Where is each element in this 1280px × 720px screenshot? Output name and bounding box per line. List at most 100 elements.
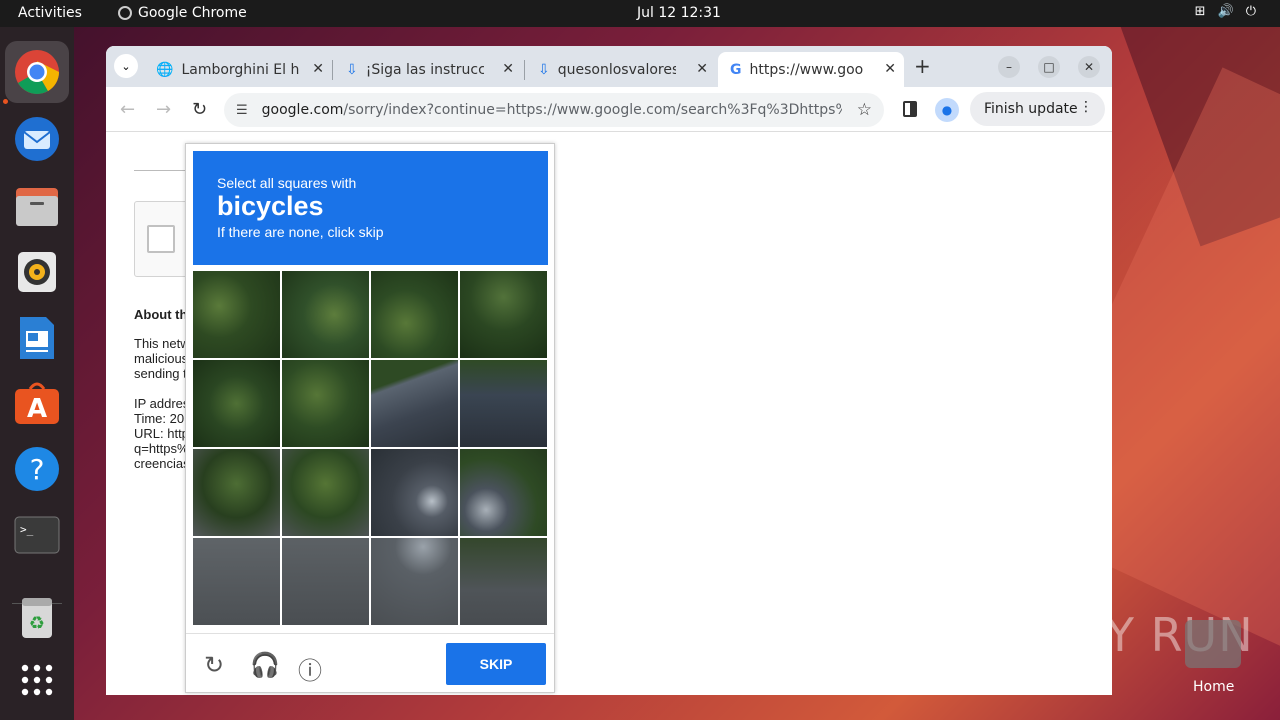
tab-lamborghini[interactable]: 🌐 Lamborghini El h ✕: [144, 52, 332, 87]
home-folder-icon[interactable]: [1185, 620, 1241, 668]
home-label: Home: [1193, 679, 1235, 695]
refresh-icon[interactable]: ↻: [204, 651, 224, 680]
captcha-tile[interactable]: [193, 360, 280, 447]
captcha-tile[interactable]: [460, 538, 547, 625]
back-button[interactable]: ←: [120, 99, 135, 120]
captcha-tile[interactable]: [460, 271, 547, 358]
info-line: Time: 20: [134, 411, 185, 426]
url-path: /sorry/index?continue=https://www.google…: [343, 102, 841, 118]
dock-chrome[interactable]: [5, 41, 69, 103]
app-name: Google Chrome: [138, 5, 247, 21]
captcha-challenge: Select all squares with bicycles If ther…: [185, 143, 555, 693]
captcha-tile[interactable]: [282, 449, 369, 536]
close-icon[interactable]: ✕: [884, 61, 896, 77]
volume-icon: 🔊: [1217, 4, 1234, 19]
globe-icon: 🌐: [156, 61, 174, 78]
captcha-footer: ↻ 🎧 ⓘ SKIP: [186, 633, 554, 693]
rhythmbox-icon: [18, 252, 56, 292]
captcha-tile[interactable]: [460, 360, 547, 447]
reload-button[interactable]: ↻: [192, 99, 207, 120]
tab-separator: [524, 60, 525, 80]
tab-google-active[interactable]: G https://www.goo ✕: [718, 52, 904, 87]
bookmark-star-icon[interactable]: ☆: [857, 100, 872, 120]
chrome-icon: [118, 6, 132, 20]
profile-avatar-icon[interactable]: ●: [935, 98, 959, 122]
activities-button[interactable]: Activities: [18, 5, 82, 21]
forward-button[interactable]: →: [156, 99, 171, 120]
thunderbird-icon: [15, 117, 59, 161]
toolbar: ← → ↻ ☰ google.com/sorry/index?continue=…: [106, 87, 1112, 132]
dock-rhythmbox[interactable]: [12, 247, 62, 297]
captcha-tile[interactable]: [371, 449, 458, 536]
network-icon: ⊞: [1194, 4, 1206, 19]
finish-update-label: Finish update: [984, 101, 1078, 117]
svg-text:♻: ♻: [29, 613, 45, 634]
svg-text:?: ?: [30, 453, 45, 486]
captcha-tile[interactable]: [193, 271, 280, 358]
captcha-tile[interactable]: [282, 271, 369, 358]
url-host: google.com: [261, 102, 344, 118]
dock-files[interactable]: [12, 181, 62, 231]
dock-app-grid[interactable]: [12, 655, 62, 705]
download-icon: ⇩: [538, 61, 550, 78]
new-tab-button[interactable]: +: [914, 54, 931, 78]
minimize-button[interactable]: –: [998, 56, 1020, 78]
files-icon: [16, 188, 58, 226]
tab-label: Lamborghini El h: [181, 61, 300, 78]
dock-trash[interactable]: ♻: [12, 593, 62, 643]
app-grid-icon: [21, 664, 53, 696]
dock-thunderbird[interactable]: [12, 113, 62, 163]
dock-terminal[interactable]: >_: [12, 510, 62, 560]
info-line: sending t: [134, 366, 187, 381]
dock-writer[interactable]: [12, 313, 62, 363]
captcha-prompt: Select all squares with: [217, 175, 357, 191]
info-icon[interactable]: ⓘ: [298, 651, 322, 686]
captcha-tile[interactable]: [193, 449, 280, 536]
captcha-target: bicycles: [217, 191, 324, 221]
skip-button[interactable]: SKIP: [446, 643, 546, 685]
tab-search-button[interactable]: ⌄: [114, 54, 138, 78]
tab-label: ¡Siga las instrucci: [365, 61, 484, 78]
site-info-icon[interactable]: ☰: [236, 103, 248, 118]
chrome-icon: [15, 50, 59, 94]
captcha-tile[interactable]: [371, 538, 458, 625]
captcha-tile[interactable]: [282, 360, 369, 447]
close-icon[interactable]: ✕: [312, 61, 324, 77]
captcha-tile[interactable]: [371, 271, 458, 358]
recaptcha-checkbox[interactable]: [147, 225, 175, 253]
writer-icon: [20, 317, 54, 359]
close-icon[interactable]: ✕: [696, 61, 708, 77]
omnibox[interactable]: ☰ google.com/sorry/index?continue=https:…: [224, 93, 884, 127]
info-line: malicious: [134, 351, 189, 366]
dock: A ? >_ ♻: [0, 27, 74, 720]
info-line: q=https%: [134, 441, 189, 456]
info-line: creencias: [134, 456, 190, 471]
chevron-down-icon: ⌄: [121, 59, 131, 73]
system-tray[interactable]: ⊞ 🔊 ⏻: [1195, 4, 1256, 19]
close-window-button[interactable]: ✕: [1078, 56, 1100, 78]
captcha-tile[interactable]: [460, 449, 547, 536]
tab-quesonlosvalores[interactable]: ⇩ quesonlosvalores ✕: [526, 52, 716, 87]
maximize-button[interactable]: □: [1038, 56, 1060, 78]
running-indicator: [3, 99, 8, 104]
power-icon: ⏻: [1245, 4, 1256, 19]
download-icon: ⇩: [346, 61, 358, 78]
dock-app-center[interactable]: A: [12, 378, 62, 428]
finish-update-button[interactable]: Finish update ⋮: [970, 92, 1105, 126]
side-panel-icon[interactable]: [903, 101, 917, 117]
tab-label: https://www.goo: [749, 61, 864, 78]
tab-siga[interactable]: ⇩ ¡Siga las instrucci ✕: [334, 52, 522, 87]
dock-help[interactable]: ?: [12, 444, 62, 494]
app-menu[interactable]: Google Chrome: [118, 5, 247, 21]
captcha-tile[interactable]: [282, 538, 369, 625]
svg-text:>_: >_: [20, 523, 34, 536]
close-icon[interactable]: ✕: [502, 61, 514, 77]
captcha-tile[interactable]: [371, 360, 458, 447]
more-vert-icon: ⋮: [1079, 99, 1093, 115]
headphones-icon[interactable]: 🎧: [250, 651, 280, 680]
captcha-tile[interactable]: [193, 538, 280, 625]
about-heading: About th: [134, 307, 188, 322]
captcha-hint: If there are none, click skip: [217, 224, 384, 240]
url-text[interactable]: google.com/sorry/index?continue=https://…: [262, 102, 842, 118]
clock[interactable]: Jul 12 12:31: [637, 5, 721, 21]
